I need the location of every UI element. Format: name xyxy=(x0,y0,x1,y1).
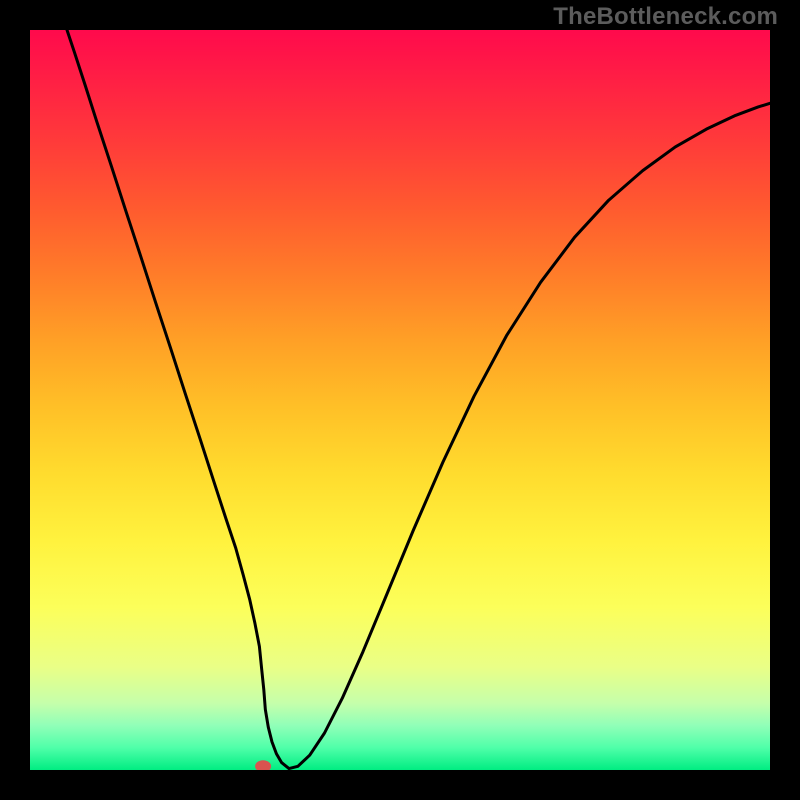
gradient-background xyxy=(30,30,770,770)
watermark-text: TheBottleneck.com xyxy=(553,3,778,31)
chart-container: TheBottleneck.com xyxy=(0,0,800,800)
chart-svg xyxy=(30,30,770,770)
plot-frame xyxy=(30,30,770,770)
